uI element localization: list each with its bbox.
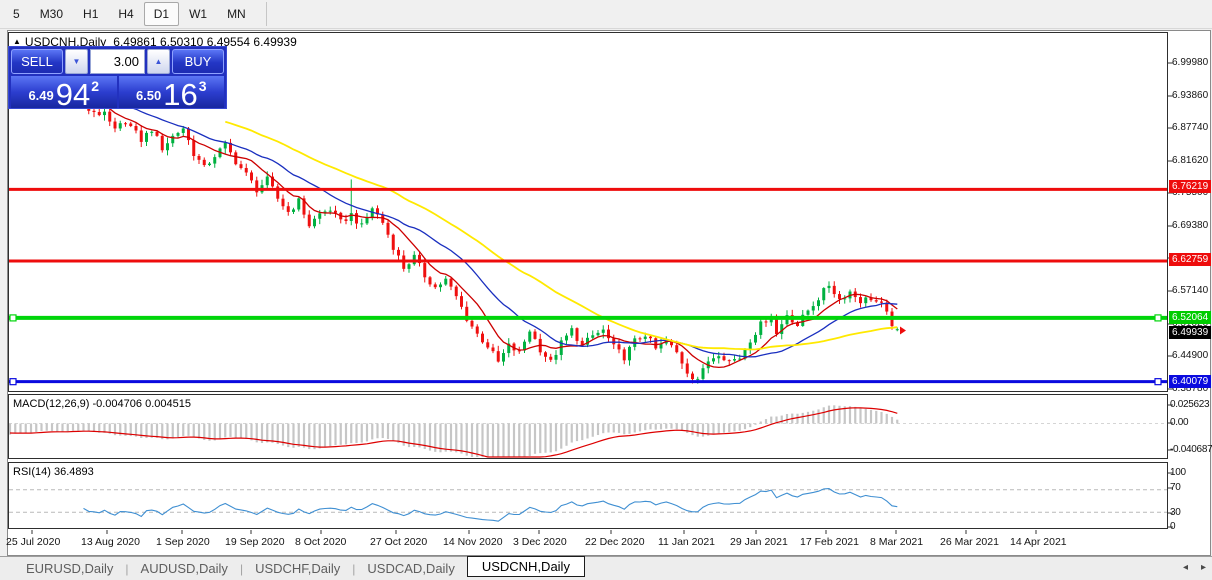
level-handle (1154, 378, 1162, 386)
tab-audusd[interactable]: AUDUSD,Daily (129, 558, 240, 579)
sell-button[interactable]: SELL (11, 49, 63, 74)
date-axis-label: 3 Dec 2020 (513, 536, 567, 548)
date-axis-label: 8 Mar 2021 (870, 536, 924, 548)
buy-button[interactable]: BUY (172, 49, 224, 74)
rsi-axis-label: 100 (1170, 467, 1186, 478)
date-axis-label: 14 Nov 2020 (443, 536, 503, 548)
tab-usdcnh[interactable]: USDCNH,Daily (466, 556, 585, 577)
date-axis-label: 29 Jan 2021 (730, 536, 788, 548)
chart-tab-bar: EURUSD,Daily | AUDUSD,Daily | USDCHF,Daily | U… (0, 556, 1212, 580)
level-handle (9, 314, 17, 322)
volume-decrease-icon[interactable]: ▼ (65, 49, 88, 74)
tab-scroll-right-icon[interactable]: ▸ (1201, 563, 1206, 573)
tab-usdcad[interactable]: USDCAD,Daily (355, 558, 466, 579)
chart-tabs: EURUSD,Daily | AUDUSD,Daily | USDCHF,Daily | U… (14, 556, 585, 579)
price-level-label: 6.52064 (1169, 311, 1212, 324)
timeframe-button-MN[interactable]: MN (217, 2, 256, 26)
date-axis-label: 19 Sep 2020 (225, 536, 285, 548)
sell-quote-button[interactable]: 6.49 94 2 (11, 76, 117, 112)
price-level-label: 6.49939 (1169, 326, 1212, 339)
price-level-label: 6.76219 (1169, 180, 1212, 193)
sell-price-small: 6.49 (28, 88, 54, 103)
buy-quote-button[interactable]: 6.50 16 3 (118, 76, 224, 112)
price-level-label: 6.40079 (1169, 375, 1212, 388)
date-axis-label: 27 Oct 2020 (370, 536, 428, 548)
timeframe-toolbar: 5 M30 H1 H4 D1 W1 MN (0, 0, 1212, 29)
level-handle (1154, 314, 1162, 322)
price-axis-label: 6.69380 (1172, 220, 1209, 231)
date-axis-label: 17 Feb 2021 (800, 536, 859, 548)
macd-indicator-label: MACD(12,26,9) -0.004706 0.004515 (13, 398, 191, 410)
date-axis-label: 14 Apr 2021 (1010, 536, 1067, 548)
date-axis-label: 26 Mar 2021 (940, 536, 999, 548)
rsi-axis-label: 30 (1170, 507, 1181, 518)
volume-increase-icon[interactable]: ▲ (147, 49, 170, 74)
price-axis-label: 6.81620 (1172, 155, 1209, 166)
rsi-pane-border (8, 462, 1168, 529)
timeframe-button-M30[interactable]: M30 (30, 2, 73, 26)
tab-eurusd[interactable]: EURUSD,Daily (14, 558, 125, 579)
price-axis-label: 6.99980 (1172, 57, 1209, 68)
date-axis-label: 11 Jan 2021 (658, 536, 716, 548)
timeframe-button-W1[interactable]: W1 (179, 2, 217, 26)
date-axis-label: 22 Dec 2020 (585, 536, 645, 548)
price-axis-label: 6.87740 (1172, 122, 1209, 133)
sell-price-big: 94 (55, 77, 91, 112)
tab-scroll-left-icon[interactable]: ◂ (1183, 563, 1188, 573)
macd-axis-label: -0.040687 (1170, 444, 1212, 455)
macd-axis-label: 0.00 (1170, 417, 1189, 428)
rsi-axis-label: 70 (1170, 482, 1181, 493)
timeframe-button-D1[interactable]: D1 (143, 2, 180, 26)
mt4-window: 5 M30 H1 H4 D1 W1 MN ▲ USDCNH,Daily 6.49861 6.50… (0, 0, 1212, 580)
price-axis-label: 6.44900 (1172, 350, 1209, 361)
volume-input[interactable] (90, 49, 145, 74)
tab-usdchf[interactable]: USDCHF,Daily (243, 558, 352, 579)
price-axis-label: 6.93860 (1172, 90, 1209, 101)
timeframe-button-5[interactable]: 5 (3, 2, 30, 26)
price-level-label: 6.62759 (1169, 253, 1212, 266)
rsi-axis-label: 0 (1170, 521, 1176, 532)
timeframe-button-H1[interactable]: H1 (73, 2, 108, 26)
toolbar-separator (265, 2, 267, 26)
one-click-trade-panel: SELL ▼ ▲ BUY 6.49942 6.50163 (8, 46, 227, 112)
date-axis-label: 8 Oct 2020 (295, 536, 347, 548)
tab-scroll-arrows: ◂ ▸ (1183, 563, 1206, 573)
timeframe-button-H4[interactable]: H4 (108, 2, 143, 26)
sell-price-sup: 2 (91, 78, 100, 94)
rsi-indicator-label: RSI(14) 36.4893 (13, 466, 94, 478)
buy-price-small: 6.50 (135, 88, 162, 103)
buy-price-sup: 3 (198, 78, 207, 94)
date-axis-label: 13 Aug 2020 (81, 536, 140, 548)
panel-collapse-icon[interactable]: ▲ (13, 37, 21, 46)
date-axis-label: 25 Jul 2020 (6, 536, 61, 548)
level-handle (9, 378, 17, 386)
price-axis-label: 6.57140 (1172, 285, 1209, 296)
buy-price-big: 16 (163, 77, 198, 112)
date-axis-label: 1 Sep 2020 (156, 536, 210, 548)
macd-axis-label: 0.025623 (1170, 399, 1210, 410)
